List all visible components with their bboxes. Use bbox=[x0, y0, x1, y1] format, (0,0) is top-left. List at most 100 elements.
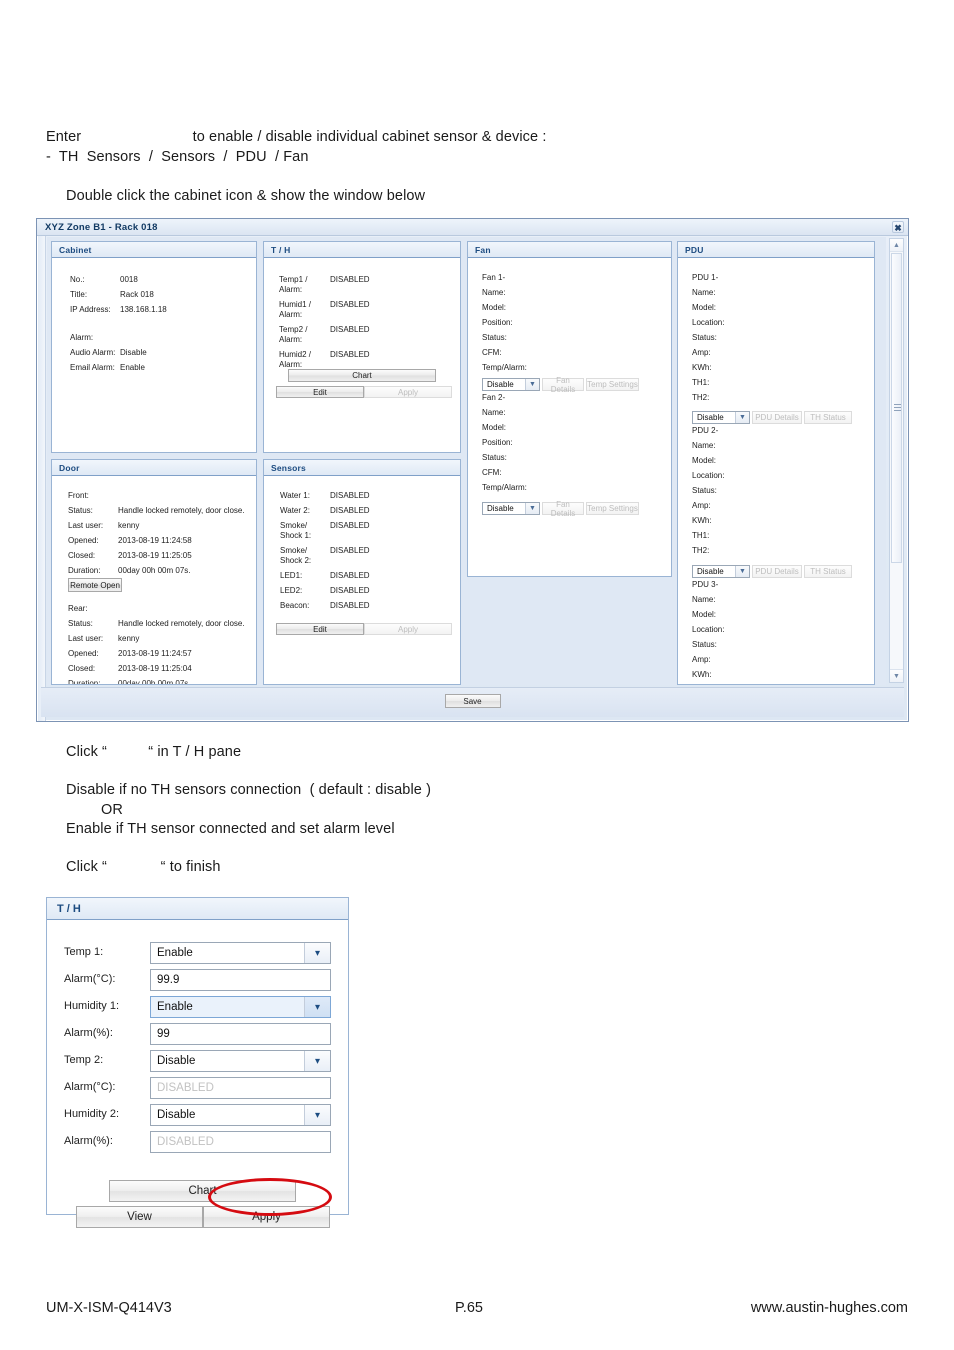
th-row-value: DISABLED bbox=[330, 325, 370, 334]
fan-field-label: Position: bbox=[482, 438, 513, 447]
door-front-value: kenny bbox=[118, 521, 140, 530]
humidity-1-alarm-input[interactable]: 99 bbox=[150, 1023, 331, 1045]
chevron-down-icon[interactable]: ▾ bbox=[304, 1051, 330, 1071]
window-title-bar: XYZ Zone B1 - Rack 018 ✖ bbox=[37, 219, 908, 236]
chevron-down-icon[interactable]: ▼ bbox=[525, 379, 539, 390]
door-rear-value: 00day 00h 00m 07s. bbox=[118, 679, 191, 684]
remote-open-button[interactable]: Remote Open bbox=[68, 578, 122, 592]
humidity-2-select[interactable]: Disable ▾ bbox=[150, 1104, 331, 1126]
pdu-1-enable-select[interactable]: Disable ▼ bbox=[692, 411, 750, 424]
humidity-2-alarm-value: DISABLED bbox=[157, 1136, 214, 1148]
humidity-1-alarm-value: 99 bbox=[157, 1028, 170, 1040]
pdu-1-details-button[interactable]: PDU Details bbox=[752, 411, 802, 424]
scrollbar-grip bbox=[894, 404, 901, 412]
sensor-row-value: DISABLED bbox=[330, 521, 370, 530]
chevron-down-icon[interactable]: ▼ bbox=[735, 412, 749, 423]
fan-panel-body: Fan 1- Name: Model: Position: Status: CF… bbox=[468, 259, 671, 576]
scroll-down-icon[interactable]: ▼ bbox=[890, 669, 903, 682]
fan-2-temp-settings-button[interactable]: Temp Settings bbox=[586, 502, 639, 515]
pdu-unit-title: PDU 1- bbox=[692, 273, 719, 282]
pdu-2-details-button[interactable]: PDU Details bbox=[752, 565, 802, 578]
fan-1-enable-select[interactable]: Disable ▼ bbox=[482, 378, 540, 391]
th-dialog-chart-button[interactable]: Chart bbox=[109, 1180, 296, 1202]
pdu-field-label: Model: bbox=[692, 610, 717, 619]
chevron-down-icon[interactable]: ▾ bbox=[304, 1105, 330, 1125]
left-edge-gutter bbox=[38, 236, 46, 721]
chevron-down-icon[interactable]: ▼ bbox=[735, 566, 749, 577]
th-row-value: DISABLED bbox=[330, 275, 370, 284]
instruction-enter: Enter to enable / disable individual cab… bbox=[46, 129, 547, 145]
sensor-row-label: Beacon: bbox=[280, 601, 310, 610]
scrollbar-thumb[interactable] bbox=[891, 253, 902, 563]
scroll-up-icon[interactable]: ▲ bbox=[890, 239, 903, 252]
sensors-edit-button[interactable]: Edit bbox=[276, 623, 364, 635]
humidity-1-select[interactable]: Enable ▾ bbox=[150, 996, 331, 1018]
pdu-field-label: Status: bbox=[692, 640, 717, 649]
pdu-field-label: KWh: bbox=[692, 670, 712, 679]
pdu-field-label: TH1: bbox=[692, 378, 710, 387]
door-rear-label: Closed: bbox=[68, 664, 96, 673]
instruction-click-th: Click “ “ in T / H pane bbox=[66, 744, 242, 760]
th-dialog-apply-button[interactable]: Apply bbox=[203, 1206, 330, 1228]
door-front-label: Opened: bbox=[68, 536, 99, 545]
fan-field-label: Position: bbox=[482, 318, 513, 327]
pdu-field-label: TH2: bbox=[692, 393, 710, 402]
cabinet-row-value: 138.168.1.18 bbox=[120, 305, 167, 314]
humidity-2-alarm-input[interactable]: DISABLED bbox=[150, 1131, 331, 1153]
temp-1-alarm-input[interactable]: 99.9 bbox=[150, 969, 331, 991]
cabinet-panel-header: Cabinet bbox=[52, 242, 256, 258]
fan-field-label: CFM: bbox=[482, 348, 502, 357]
cabinet-detail-window: XYZ Zone B1 - Rack 018 ✖ Cabinet No.: 00… bbox=[36, 218, 909, 722]
th-dialog-view-button[interactable]: View bbox=[76, 1206, 203, 1228]
fan-2-details-button[interactable]: Fan Details bbox=[542, 500, 584, 518]
door-rear-value: Handle locked remotely, door close. bbox=[118, 619, 245, 628]
th-row-value: DISABLED bbox=[330, 350, 370, 359]
save-button[interactable]: Save bbox=[444, 694, 501, 708]
th-chart-button[interactable]: Chart bbox=[288, 369, 436, 382]
door-rear-value: 2013-08-19 11:24:57 bbox=[118, 649, 192, 658]
th-edit-button[interactable]: Edit bbox=[276, 386, 364, 398]
sensor-row-label: Water 2: bbox=[280, 506, 310, 515]
pdu-2-th-status-button[interactable]: TH Status bbox=[804, 565, 852, 578]
door-front-label: Status: bbox=[68, 506, 93, 515]
pdu-field-label: Amp: bbox=[692, 501, 711, 510]
sensors-apply-button[interactable]: Apply bbox=[364, 623, 452, 635]
pdu-field-label: Name: bbox=[692, 288, 716, 297]
pdu-1-th-status-button[interactable]: TH Status bbox=[804, 411, 852, 424]
th-apply-button[interactable]: Apply bbox=[364, 386, 452, 398]
window-bottom-bar: Save bbox=[41, 687, 904, 717]
temp-1-select[interactable]: Enable ▾ bbox=[150, 942, 331, 964]
fan-1-temp-settings-button[interactable]: Temp Settings bbox=[586, 378, 639, 391]
temp-2-select[interactable]: Disable ▾ bbox=[150, 1050, 331, 1072]
chevron-down-icon[interactable]: ▾ bbox=[304, 943, 330, 963]
door-front-value: 2013-08-19 11:25:05 bbox=[118, 551, 192, 560]
sensor-row-value: DISABLED bbox=[330, 601, 370, 610]
fan-field-label: Name: bbox=[482, 408, 506, 417]
instruction-double-click: Double click the cabinet icon & show the… bbox=[66, 188, 426, 204]
temp-1-alarm-value: 99.9 bbox=[157, 974, 180, 986]
fan-1-select-value: Disable bbox=[487, 380, 514, 389]
door-front-label: Duration: bbox=[68, 566, 101, 575]
sensor-row-label: Water 1: bbox=[280, 491, 310, 500]
fan-field-label: Status: bbox=[482, 453, 507, 462]
temp-2-alarm-input[interactable]: DISABLED bbox=[150, 1077, 331, 1099]
close-icon[interactable]: ✖ bbox=[892, 221, 904, 233]
sensors-panel-header: Sensors bbox=[264, 460, 460, 476]
pdu-field-label: Model: bbox=[692, 303, 717, 312]
fan-field-label: Temp/Alarm: bbox=[482, 483, 527, 492]
pdu-2-enable-select[interactable]: Disable ▼ bbox=[692, 565, 750, 578]
fan-2-enable-select[interactable]: Disable ▼ bbox=[482, 502, 540, 515]
th-row-label: Humid1 / Alarm: bbox=[279, 300, 312, 319]
cabinet-panel: Cabinet No.: 0018 Title: Rack 018 IP Add… bbox=[51, 241, 257, 453]
door-front-label: Closed: bbox=[68, 551, 96, 560]
chevron-down-icon[interactable]: ▾ bbox=[304, 997, 330, 1017]
pdu-panel-body: PDU 1- Name: Model: Location: Status: Am… bbox=[678, 259, 874, 684]
fan-field-label: Status: bbox=[482, 333, 507, 342]
pdu-1-select-value: Disable bbox=[697, 413, 724, 422]
fan-1-details-button[interactable]: Fan Details bbox=[542, 376, 584, 394]
instruction-disable: Disable if no TH sensors connection ( de… bbox=[66, 782, 431, 798]
sensor-row-label: Smoke/ Shock 2: bbox=[280, 546, 312, 565]
door-front-title: Front: bbox=[68, 491, 89, 500]
vertical-scrollbar[interactable]: ▲ ▼ bbox=[889, 238, 904, 683]
chevron-down-icon[interactable]: ▼ bbox=[525, 503, 539, 514]
